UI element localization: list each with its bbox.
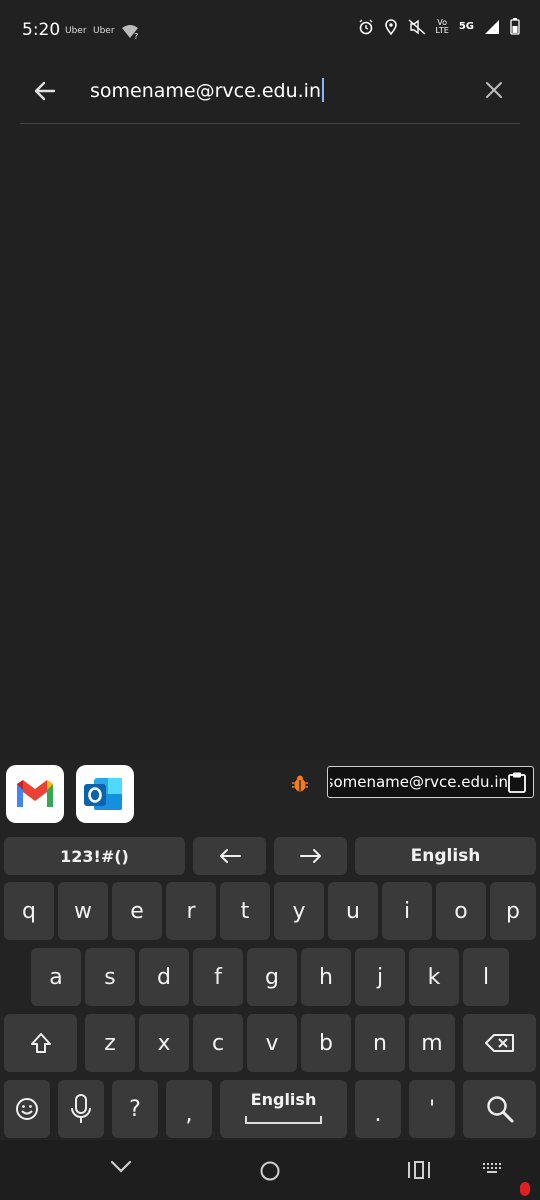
network-type: 5G [458, 21, 474, 32]
key-r[interactable]: r [166, 882, 216, 940]
arrow-left-icon [219, 849, 241, 863]
outlook-icon [84, 778, 122, 810]
key-comma[interactable]: , [166, 1080, 212, 1138]
status-time: 5:20 [22, 20, 61, 40]
space-key-label: English [250, 1090, 317, 1109]
key-w[interactable]: w [58, 882, 108, 940]
search-divider [20, 123, 520, 124]
search-key[interactable] [463, 1080, 536, 1138]
search-query-text: somename@rvce.edu.in [90, 80, 321, 102]
gmail-app-button[interactable] [6, 765, 64, 823]
key-v[interactable]: v [247, 1014, 297, 1072]
text-cursor [322, 78, 324, 102]
clipboard-suggestion[interactable]: somename@rvce.edu.in [327, 766, 534, 798]
wifi-question-icon: ? [122, 25, 138, 40]
status-bar: 5:20 Uber Uber ? Vo LTE 5G [0, 0, 540, 62]
key-j[interactable]: j [355, 948, 405, 1006]
key-question[interactable]: ? [112, 1080, 158, 1138]
cursor-left-key[interactable] [193, 837, 266, 875]
cursor-right-key[interactable] [274, 837, 347, 875]
search-header: somename@rvce.edu.in [0, 62, 540, 124]
recent-apps-icon[interactable] [407, 1160, 431, 1180]
svg-text:?: ? [134, 32, 138, 40]
location-icon [384, 18, 397, 35]
navigation-bar [0, 1140, 540, 1200]
key-o[interactable]: o [436, 882, 486, 940]
key-a[interactable]: a [31, 948, 81, 1006]
microphone-icon [71, 1094, 91, 1123]
key-p[interactable]: p [490, 882, 536, 940]
symbols-key[interactable]: 123!#() [4, 837, 185, 875]
keyboard-switch-icon[interactable] [482, 1162, 504, 1176]
battery-icon [510, 18, 520, 35]
shift-key[interactable] [4, 1014, 77, 1072]
key-x[interactable]: x [139, 1014, 189, 1072]
key-n[interactable]: n [355, 1014, 405, 1072]
space-key[interactable]: English [220, 1080, 347, 1138]
back-arrow-icon[interactable] [30, 76, 60, 106]
key-k[interactable]: k [409, 948, 459, 1006]
shift-icon [30, 1033, 51, 1053]
home-icon[interactable] [259, 1160, 281, 1182]
arrow-right-icon [299, 849, 321, 863]
notification-uber-1: Uber [65, 26, 87, 36]
key-period[interactable]: . [355, 1080, 401, 1138]
screen-recording-indicator [520, 1182, 530, 1196]
key-t[interactable]: t [220, 882, 270, 940]
key-y[interactable]: y [274, 882, 324, 940]
voice-input-key[interactable] [58, 1080, 104, 1138]
backspace-key[interactable] [463, 1014, 536, 1072]
key-i[interactable]: i [382, 882, 432, 940]
search-icon [486, 1096, 513, 1123]
bug-icon[interactable] [290, 774, 310, 794]
key-u[interactable]: u [328, 882, 378, 940]
gmail-icon [17, 780, 53, 807]
alarm-icon [359, 19, 373, 34]
key-g[interactable]: g [247, 948, 297, 1006]
hide-keyboard-chevron-icon[interactable] [110, 1158, 132, 1174]
key-s[interactable]: s [85, 948, 135, 1006]
key-c[interactable]: c [193, 1014, 243, 1072]
signal-icon [485, 19, 499, 34]
key-z[interactable]: z [85, 1014, 135, 1072]
suggestion-strip: somename@rvce.edu.in [0, 760, 540, 832]
search-input[interactable]: somename@rvce.edu.in [90, 76, 450, 106]
mute-icon [408, 18, 425, 35]
key-f[interactable]: f [193, 948, 243, 1006]
key-h[interactable]: h [301, 948, 351, 1006]
key-l[interactable]: l [463, 948, 509, 1006]
key-apostrophe[interactable]: ' [409, 1080, 455, 1138]
language-key[interactable]: English [355, 837, 536, 875]
backspace-icon [484, 1034, 514, 1052]
keyboard: somename@rvce.edu.in 123!#() English q w… [0, 760, 540, 1140]
volte-indicator: Vo LTE [435, 17, 449, 35]
key-b[interactable]: b [301, 1014, 351, 1072]
close-icon[interactable] [482, 78, 506, 102]
key-e[interactable]: e [112, 882, 162, 940]
emoji-icon [16, 1098, 38, 1120]
outlook-app-button[interactable] [76, 765, 134, 823]
key-q[interactable]: q [4, 882, 54, 940]
clipboard-icon[interactable] [507, 771, 527, 793]
key-m[interactable]: m [409, 1014, 455, 1072]
space-bracket-icon [245, 1116, 322, 1124]
emoji-key[interactable] [4, 1080, 50, 1138]
notification-uber-2: Uber [93, 26, 115, 36]
key-d[interactable]: d [139, 948, 189, 1006]
clipboard-suggestion-text: somename@rvce.edu.in [330, 773, 508, 791]
